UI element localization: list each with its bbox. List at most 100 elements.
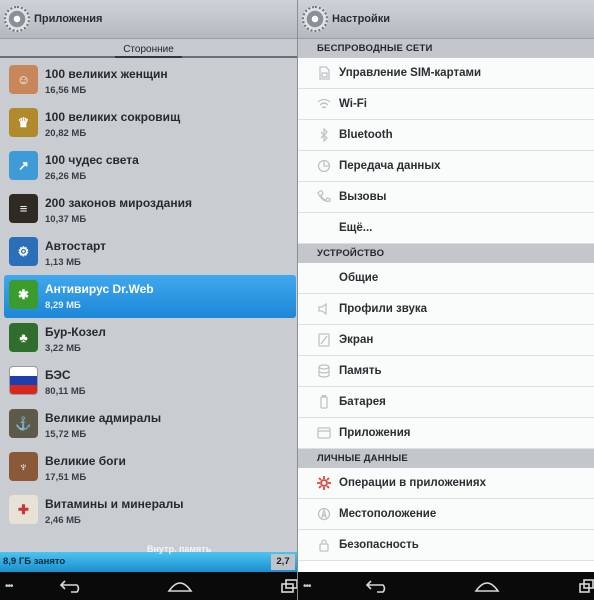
portrait-icon: ☺	[9, 65, 38, 94]
apps-icon	[317, 426, 331, 440]
settings-item-label: Wi-Fi	[339, 98, 367, 110]
app-list-item[interactable]: ♣ Бур-Козел 3,22 МБ	[0, 318, 297, 361]
admiral-icon: ⚓	[9, 409, 38, 438]
app-name: 100 великих женщин	[45, 67, 168, 81]
app-size: 26,26 МБ	[45, 171, 87, 182]
settings-title: Настройки	[332, 13, 391, 25]
vitamins-icon: ✚	[9, 495, 38, 524]
settings-item[interactable]: Ещё...	[298, 213, 594, 244]
app-size: 1,13 МБ	[45, 257, 81, 268]
settings-item-label: Передача данных	[339, 160, 441, 172]
settings-item[interactable]: Память	[298, 356, 594, 387]
settings-item-label: Приложения	[339, 427, 411, 439]
bluetooth-icon	[317, 127, 331, 143]
app-list-item[interactable]: БЭС 80,11 МБ	[0, 361, 297, 404]
settings-item[interactable]: Приложения	[298, 418, 594, 449]
navigation-bar: •••	[0, 572, 297, 600]
app-name: 100 великих сокровищ	[45, 110, 181, 124]
app-list-item[interactable]: ↗ 100 чудес света 26,26 МБ	[0, 146, 297, 189]
recent-apps-icon[interactable]	[280, 576, 297, 596]
settings-item-label: Вызовы	[339, 191, 387, 203]
settings-list: БЕСПРОВОДНЫЕ СЕТИ Управление SIM-картами W…	[298, 39, 594, 561]
lock-icon	[317, 538, 331, 552]
settings-item-label: Экран	[339, 334, 374, 346]
settings-item[interactable]: Операции в приложениях	[298, 468, 594, 499]
tab-third-party[interactable]: Сторонние	[115, 44, 182, 58]
app-name: Великие боги	[45, 454, 126, 468]
section-header: БЕСПРОВОДНЫЕ СЕТИ	[298, 39, 594, 58]
settings-titlebar: Настройки	[298, 0, 594, 39]
app-list-item[interactable]: ✱ Антивирус Dr.Web 8,29 МБ	[4, 275, 296, 318]
settings-gear-icon[interactable]	[4, 6, 30, 32]
settings-item-label: Bluetooth	[339, 129, 393, 141]
settings-item-label: Общие	[339, 272, 379, 284]
settings-item-label: Управление SIM-картами	[339, 67, 482, 79]
menu-dots-icon[interactable]: •••	[303, 581, 311, 592]
home-icon[interactable]	[473, 576, 501, 596]
settings-item-label: Местоположение	[339, 508, 437, 520]
navigation-bar: •••	[298, 572, 594, 600]
settings-item-label: Безопасность	[339, 539, 419, 551]
app-name: Бур-Козел	[45, 325, 106, 339]
sim-card-icon	[317, 66, 331, 80]
settings-item[interactable]: Вызовы	[298, 182, 594, 213]
app-list-item[interactable]: ≡ 200 законов мироздания 10,37 МБ	[0, 189, 297, 232]
apps-pane: Приложения Сторонние ☺ 100 великих женщин…	[0, 0, 297, 600]
app-size: 10,37 МБ	[45, 214, 87, 225]
app-name: Великие адмиралы	[45, 411, 162, 425]
app-name: Автостарт	[45, 239, 107, 253]
app-name: 200 законов мироздания	[45, 196, 192, 210]
app-list-item[interactable]: ♆ Великие боги 17,51 МБ	[0, 447, 297, 490]
pharaoh-mask-icon: ♛	[9, 108, 38, 137]
app-list-item[interactable]: ♛ 100 великих сокровищ 20,82 МБ	[0, 103, 297, 146]
settings-item[interactable]: Wi-Fi	[298, 89, 594, 120]
recent-apps-icon[interactable]	[578, 576, 594, 596]
gear-blue-icon: ⚙	[9, 237, 38, 266]
sound-profile-icon	[317, 302, 331, 316]
storage-icon	[317, 364, 331, 378]
display-icon	[317, 333, 331, 347]
settings-item[interactable]: Местоположение	[298, 499, 594, 530]
settings-item[interactable]: Общие	[298, 263, 594, 294]
settings-item[interactable]: Управление SIM-картами	[298, 58, 594, 89]
god-statue-icon: ♆	[9, 452, 38, 481]
app-size: 8,29 МБ	[45, 300, 81, 311]
back-icon[interactable]	[364, 576, 392, 596]
app-size: 15,72 МБ	[45, 429, 87, 440]
app-list-item[interactable]: ⚙ Автостарт 1,13 МБ	[0, 232, 297, 275]
home-icon[interactable]	[166, 576, 194, 596]
settings-item[interactable]: Bluetooth	[298, 120, 594, 151]
back-icon[interactable]	[58, 576, 86, 596]
settings-item[interactable]: Экран	[298, 325, 594, 356]
apps-title: Приложения	[34, 13, 103, 25]
app-size: 2,46 МБ	[45, 515, 81, 526]
app-size: 17,51 МБ	[45, 472, 87, 483]
data-usage-icon	[317, 159, 331, 173]
app-list-item[interactable]: ☺ 100 великих женщин 16,56 МБ	[0, 60, 297, 103]
app-name: БЭС	[45, 368, 71, 382]
section-header: УСТРОЙСТВО	[298, 244, 594, 263]
app-list: ☺ 100 великих женщин 16,56 МБ ♛ 100 великих …	[0, 60, 297, 533]
app-list-item[interactable]: ⚓ Великие адмиралы 15,72 МБ	[0, 404, 297, 447]
settings-gear-icon[interactable]	[302, 6, 328, 32]
playing-cards-icon: ♣	[9, 323, 38, 352]
spider-icon: ✱	[9, 280, 38, 309]
app-size: 80,11 МБ	[45, 386, 86, 397]
chart-arrow-icon: ↗	[9, 151, 38, 180]
settings-item-label: Батарея	[339, 396, 386, 408]
apps-tabstrip: Сторонние	[0, 39, 297, 58]
storage-bar: Внутр. память 8,9 ГБ занято 2,7	[0, 544, 297, 572]
russian-flag-icon	[9, 366, 38, 395]
app-ops-icon	[317, 476, 331, 490]
settings-item[interactable]: Передача данных	[298, 151, 594, 182]
settings-item-label: Ещё...	[339, 222, 373, 234]
book-cover-icon: ≡	[9, 194, 38, 223]
menu-dots-icon[interactable]: •••	[5, 581, 13, 592]
settings-item[interactable]: Батарея	[298, 387, 594, 418]
app-list-item[interactable]: ✚ Витамины и минералы 2,46 МБ	[0, 490, 297, 533]
storage-free: 2,7	[271, 554, 295, 570]
settings-item[interactable]: Профили звука	[298, 294, 594, 325]
settings-item[interactable]: Безопасность	[298, 530, 594, 561]
app-size: 3,22 МБ	[45, 343, 81, 354]
app-name: Антивирус Dr.Web	[45, 282, 154, 296]
